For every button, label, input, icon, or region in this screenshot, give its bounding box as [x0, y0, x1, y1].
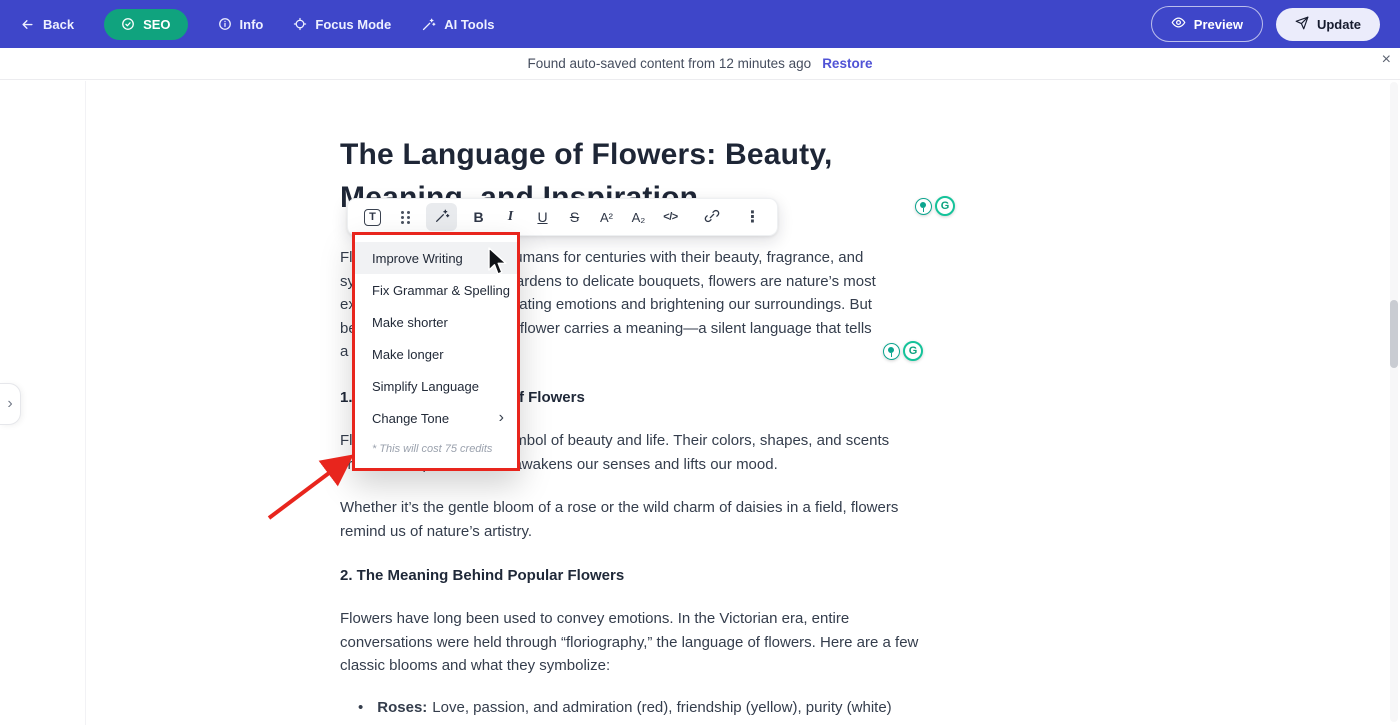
autosave-message: Found auto-saved content from 12 minutes…: [528, 56, 812, 71]
menu-item-label: Change Tone: [372, 411, 449, 426]
info-icon: [218, 17, 232, 31]
autosave-bar: Found auto-saved content from 12 minutes…: [0, 48, 1400, 80]
scrollbar-track[interactable]: [1390, 82, 1398, 722]
focus-mode-button[interactable]: Focus Mode: [293, 17, 391, 32]
seo-check-icon: [121, 17, 135, 31]
focus-mode-label: Focus Mode: [315, 17, 391, 32]
magic-wand-icon: [434, 208, 450, 227]
topbar: Back SEO Info Focus Mode AI Tools: [0, 0, 1400, 48]
text-style-icon: T: [364, 209, 381, 226]
bold-button[interactable]: B: [463, 203, 494, 231]
grammarlygo-icon[interactable]: [883, 343, 900, 360]
text-line: classic blooms and what they symbolize:: [340, 654, 918, 678]
preview-button[interactable]: Preview: [1151, 6, 1263, 42]
bullet-marker: •: [358, 699, 363, 716]
section-heading-2: 2. The Meaning Behind Popular Flowers: [340, 567, 624, 584]
text-line: remind us of nature’s artistry.: [340, 520, 898, 544]
ai-tools-button[interactable]: AI Tools: [421, 17, 494, 32]
menu-item-change-tone[interactable]: Change Tone ›: [355, 402, 517, 434]
paragraph-whether: Whether it’s the gentle bloom of a rose …: [340, 496, 898, 543]
menu-item-simplify-language[interactable]: Simplify Language: [355, 370, 517, 402]
ai-wand-button[interactable]: [426, 203, 457, 231]
grammarly-icon[interactable]: G: [903, 341, 923, 361]
eye-icon: [1171, 15, 1186, 33]
link-icon: [704, 208, 720, 227]
back-button[interactable]: Back: [20, 17, 74, 32]
expand-sidebar-button[interactable]: ›: [0, 383, 21, 425]
title-line: The Language of Flowers: Beauty,: [340, 133, 940, 176]
back-label: Back: [43, 17, 74, 32]
focus-crosshair-icon: [293, 17, 307, 31]
grammarly-badge-group: G: [915, 196, 955, 216]
update-button[interactable]: Update: [1276, 8, 1380, 41]
paragraph-meaning: Flowers have long been used to convey em…: [340, 607, 918, 678]
grammarly-badge-group: G: [883, 341, 923, 361]
grammarly-icon[interactable]: G: [935, 196, 955, 216]
text-line: Flowers have long been used to convey em…: [340, 607, 918, 631]
close-icon[interactable]: ×: [1382, 52, 1391, 68]
seo-label: SEO: [143, 17, 170, 32]
drag-handle-icon: [401, 211, 404, 214]
magic-wand-icon: [421, 17, 436, 32]
menu-item-make-longer[interactable]: Make longer: [355, 338, 517, 370]
annotation-arrow: [256, 444, 366, 533]
underline-button[interactable]: U: [527, 203, 558, 231]
subscript-button[interactable]: A₂: [623, 203, 654, 231]
bullet-term: Roses:: [377, 699, 427, 716]
ai-tools-label: AI Tools: [444, 17, 494, 32]
scrollbar-thumb[interactable]: [1390, 300, 1398, 368]
italic-button[interactable]: I: [495, 203, 526, 231]
more-options-button[interactable]: ⋮: [737, 203, 768, 231]
text-line: conversations were held through “floriog…: [340, 631, 918, 655]
credits-note: * This will cost 75 credits: [355, 434, 517, 464]
preview-label: Preview: [1194, 17, 1243, 32]
menu-item-make-shorter[interactable]: Make shorter: [355, 306, 517, 338]
topbar-left-group: Back SEO Info Focus Mode AI Tools: [20, 9, 495, 40]
update-label: Update: [1317, 17, 1361, 32]
mouse-cursor-pointer: [487, 247, 511, 282]
restore-link[interactable]: Restore: [822, 56, 872, 71]
text-style-button[interactable]: T: [357, 203, 388, 231]
seo-button[interactable]: SEO: [104, 9, 187, 40]
superscript-button[interactable]: A²: [591, 203, 622, 231]
link-button[interactable]: [696, 203, 727, 231]
topbar-right-group: Preview Update: [1151, 6, 1380, 42]
strikethrough-button[interactable]: S: [559, 203, 590, 231]
info-label: Info: [240, 17, 264, 32]
back-arrow-icon: [20, 17, 35, 32]
drag-handle[interactable]: [389, 203, 420, 231]
info-button[interactable]: Info: [218, 17, 264, 32]
chevron-right-icon: ›: [499, 410, 504, 426]
bullet-text: Love, passion, and admiration (red), fri…: [432, 699, 891, 716]
grammarlygo-icon[interactable]: [915, 198, 932, 215]
collapsed-sidebar-divider: [85, 81, 86, 725]
text-line: Whether it’s the gentle bloom of a rose …: [340, 496, 898, 520]
code-button[interactable]: </>: [655, 203, 686, 231]
send-icon: [1295, 16, 1309, 33]
floating-text-toolbar: T B I U S A² A₂ </> ⋮: [347, 198, 778, 236]
bullet-roses: • Roses: Love, passion, and admiration (re…: [358, 699, 892, 716]
